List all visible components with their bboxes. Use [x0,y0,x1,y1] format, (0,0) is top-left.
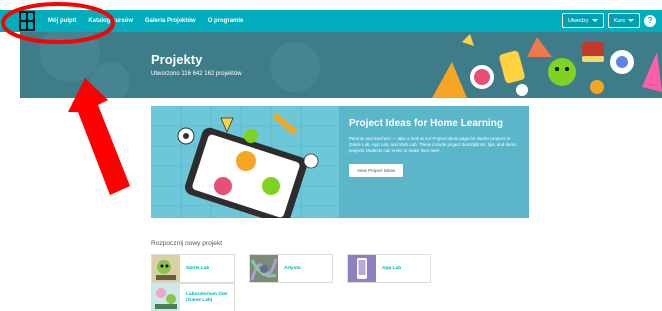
help-icon[interactable]: ? [644,14,656,27]
project-ideas-illustration [151,106,339,218]
nav-right: Ułwedzy Kurs ? [561,13,656,28]
chevron-down-icon [591,19,598,22]
tile-game-lab-label: Laboratorium Gier (Game Lab) [186,291,228,303]
code-org-logo[interactable] [19,11,35,31]
user-dropdown[interactable]: Ułwedzy [561,13,604,28]
view-project-ideas-button[interactable]: View Project Ideas [349,163,403,177]
hero-stickers-illustration [432,34,662,98]
nav-links: Mój pulpit Katalog kursów Galeria Projek… [48,10,255,32]
project-ideas-body: Parents and teachers — take a look at ou… [349,136,517,154]
project-ideas-title: Project Ideas for Home Learning [349,118,503,129]
tile-app-lab[interactable]: App Lab [347,254,431,283]
game-lab-thumbnail [152,284,180,311]
nav-link-course-catalog[interactable]: Katalog kursów [88,18,133,24]
artist-thumbnail [250,255,278,282]
hero-banner: Projekty Utworzono 116 642 162 projektów [20,32,662,98]
top-nav: Mój pulpit Katalog kursów Galeria Projek… [0,10,662,32]
start-new-project-heading: Rozpocznij nowy projekt [151,240,223,247]
nav-link-my-dashboard[interactable]: Mój pulpit [48,18,76,24]
project-ideas-card: Project Ideas for Home Learning Parents … [151,106,529,218]
tile-artist-label: Artysta [284,265,301,271]
tile-game-lab[interactable]: Laboratorium Gier (Game Lab) [151,283,235,311]
tile-app-lab-label: App Lab [382,265,402,271]
tile-artist[interactable]: Artysta [249,254,333,283]
project-count: Utworzono 116 642 162 projektów [151,71,242,77]
course-dropdown[interactable]: Kurs [607,13,640,28]
page-title: Projekty [151,52,203,67]
page: Mój pulpit Katalog kursów Galeria Projek… [0,0,662,311]
tile-sprite-lab-label: Sprite Lab [186,265,210,271]
course-dropdown-label: Kurs [613,17,625,24]
app-lab-thumbnail [348,255,376,282]
chevron-down-icon [628,19,634,22]
user-dropdown-label: Ułwedzy [567,17,589,24]
project-ideas-text: Project Ideas for Home Learning Parents … [339,106,529,218]
nav-link-project-gallery[interactable]: Galeria Projektów [145,18,196,24]
nav-link-about[interactable]: O programie [208,18,244,24]
sprite-lab-thumbnail [152,255,180,282]
tile-sprite-lab[interactable]: Sprite Lab [151,254,235,283]
